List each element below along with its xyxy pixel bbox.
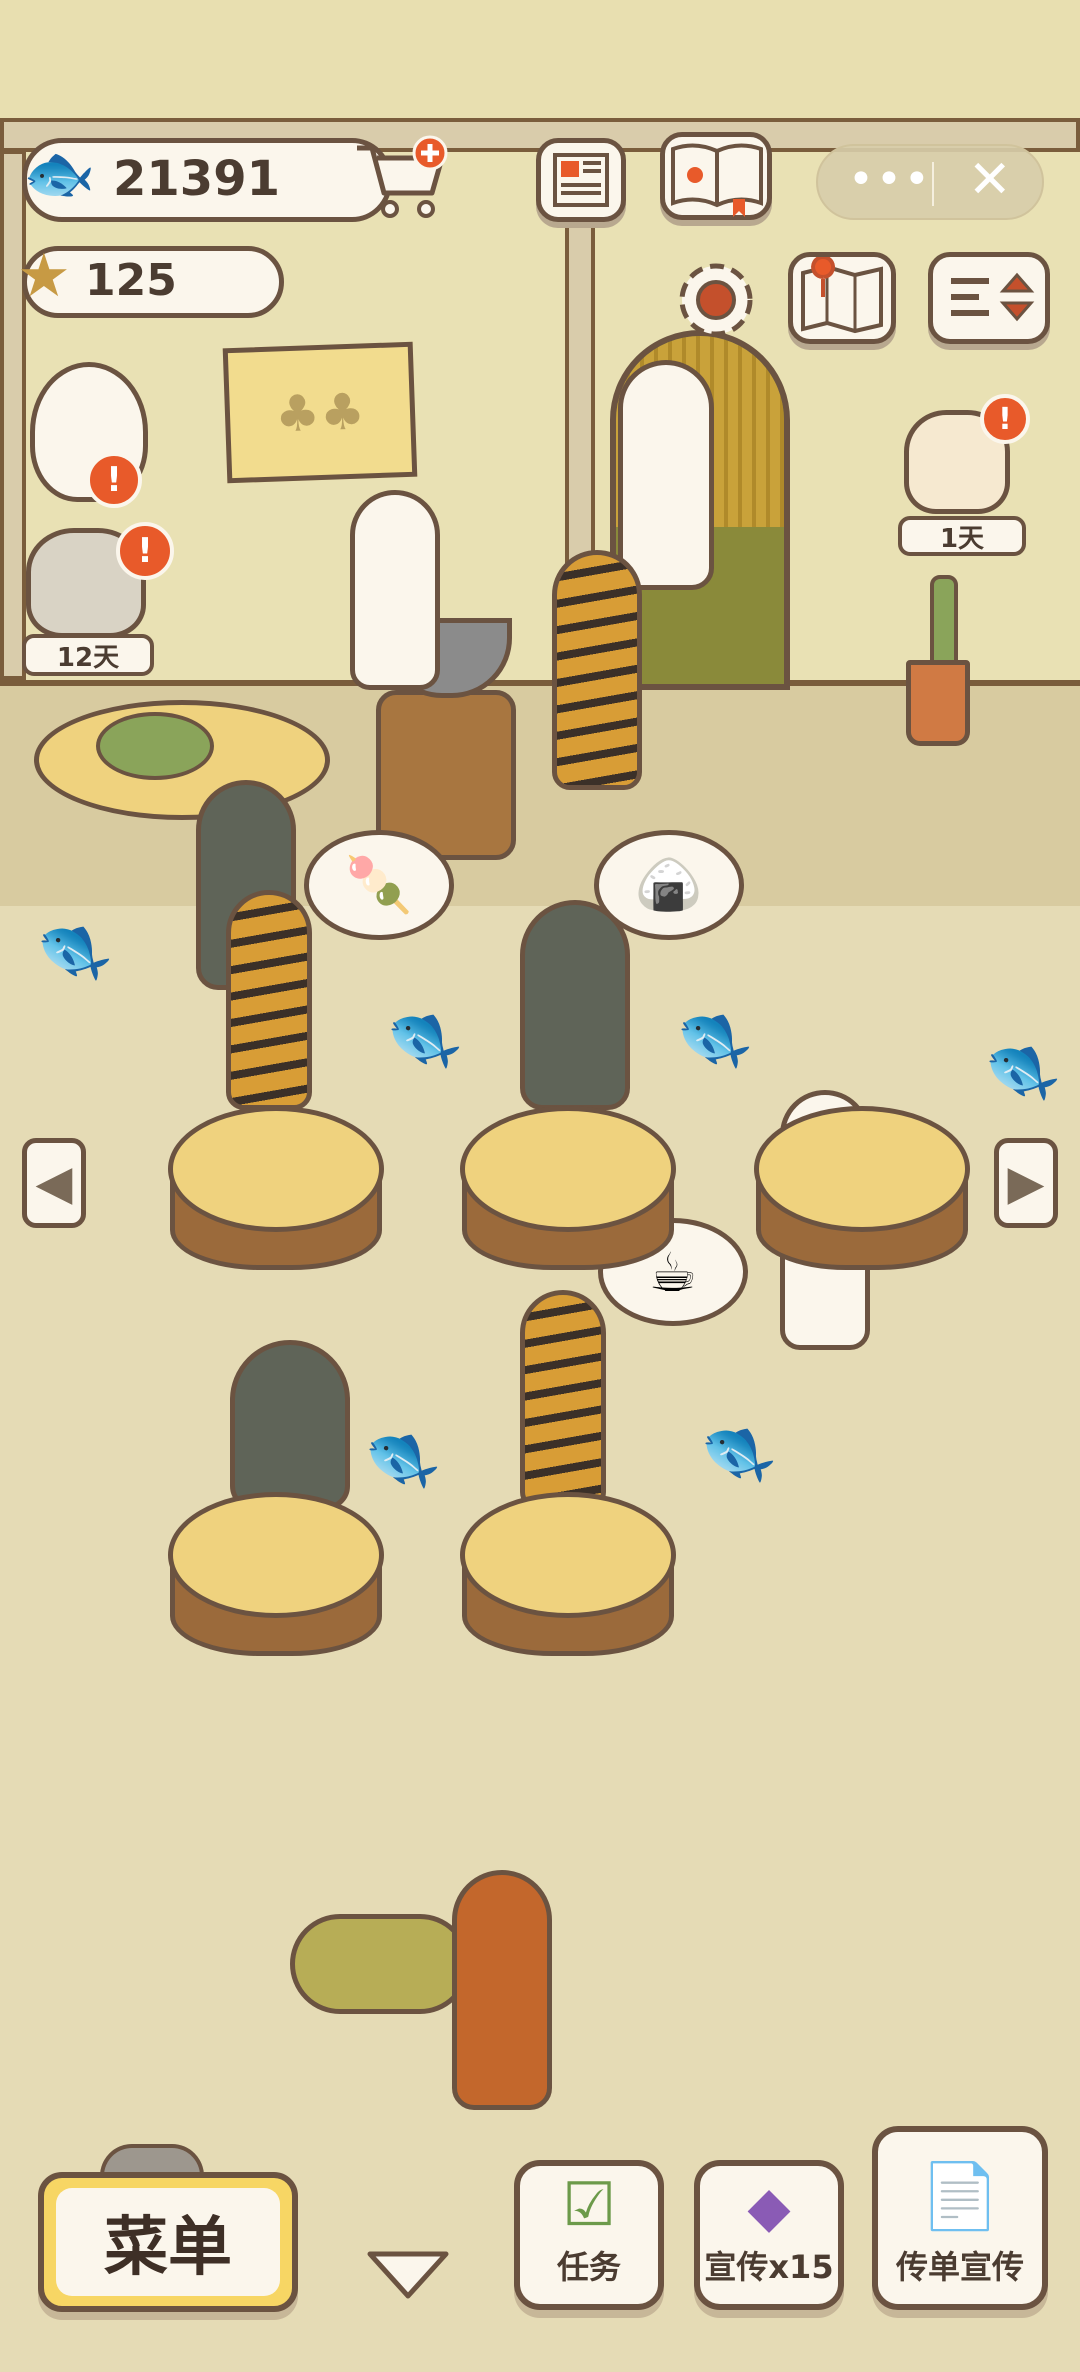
table-stump[interactable] — [168, 1106, 384, 1232]
alert-badge: ! — [86, 452, 142, 508]
flyer-button[interactable]: 📄 传单宣传 — [872, 2126, 1048, 2310]
map-icon[interactable] — [788, 252, 896, 344]
plant-pot — [906, 660, 970, 746]
capsule-divider — [932, 162, 934, 206]
close-icon[interactable]: ✕ — [968, 150, 1012, 210]
table-stump[interactable] — [168, 1492, 384, 1618]
hyena-customer — [520, 1290, 606, 1510]
rabbit-chef — [350, 490, 440, 690]
order-bubble[interactable]: 🍡 — [304, 830, 454, 940]
scroll-right-button[interactable]: ▶ — [994, 1138, 1058, 1228]
star-count: 125 — [85, 255, 177, 306]
cart-plus-icon[interactable] — [352, 130, 452, 226]
promote-button[interactable]: ◆ 宣传x15 — [694, 2160, 844, 2310]
more-icon[interactable]: ••• — [848, 154, 932, 205]
alert-badge: ! — [980, 394, 1030, 444]
tasks-label: 任务 — [556, 2248, 621, 2286]
days-tag: 1天 — [898, 516, 1026, 556]
newspaper-icon[interactable] — [536, 138, 626, 222]
deer-customer — [452, 1870, 552, 2110]
tree-poster: ♣♣ — [222, 341, 418, 484]
table-stump[interactable] — [460, 1106, 676, 1232]
menu-button[interactable]: 菜单 — [38, 2172, 298, 2312]
sort-icon[interactable] — [928, 252, 1050, 344]
checkbox-icon: ☑ — [562, 2170, 616, 2240]
star-counter: ★ 125 — [17, 241, 284, 318]
gear-icon[interactable] — [668, 252, 764, 348]
hyena-waiter — [552, 550, 642, 790]
rabbit-staff — [618, 360, 714, 590]
table-stump[interactable] — [754, 1106, 970, 1232]
mouse-customer — [230, 1340, 350, 1510]
vegetables — [96, 712, 214, 780]
order-bubble[interactable]: 🍙 — [594, 830, 744, 940]
fish-icon: 🐟 — [23, 139, 96, 207]
mini-program-capsule: ••• ✕ — [816, 144, 1044, 220]
paw-book-icon[interactable] — [660, 132, 772, 220]
ceiling — [0, 0, 1080, 130]
promote-label: 宣传x15 — [704, 2248, 834, 2286]
fish-counter: 🐟 21391 — [22, 138, 392, 222]
chevron-down-icon[interactable] — [364, 2246, 452, 2304]
alert-badge: ! — [116, 522, 174, 580]
hyena-customer — [226, 890, 312, 1110]
menu-label: 菜单 — [104, 2211, 232, 2285]
wall-post-left — [0, 150, 26, 680]
scroll-left-button[interactable]: ◀ — [22, 1138, 86, 1228]
bush — [290, 1914, 470, 2014]
flyer-icon: 📄 — [920, 2160, 1000, 2234]
table-stump[interactable] — [460, 1492, 676, 1618]
fish-count: 21391 — [113, 151, 280, 207]
days-tag: 12天 — [22, 634, 154, 676]
promo-card-icon: ◆ — [747, 2175, 791, 2240]
flyer-label: 传单宣传 — [895, 2248, 1024, 2286]
mouse-customer — [520, 900, 630, 1110]
star-icon: ★ — [17, 241, 71, 311]
tasks-button[interactable]: ☑ 任务 — [514, 2160, 664, 2310]
